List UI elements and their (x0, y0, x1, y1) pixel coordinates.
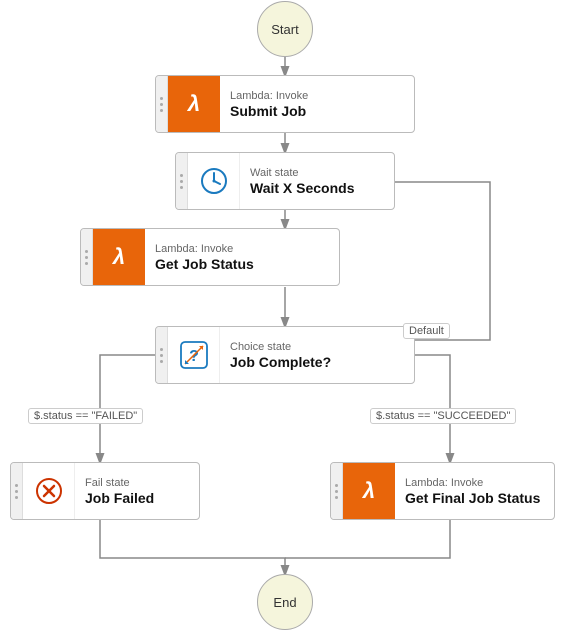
submit-job-text: Lambda: Invoke Submit Job (220, 84, 414, 125)
job-complete-node[interactable]: ? Choice state Job Complete? (155, 326, 415, 384)
end-node: End (257, 574, 313, 630)
get-final-node[interactable]: λ Lambda: Invoke Get Final Job Status (330, 462, 555, 520)
jc-type: Choice state (230, 341, 404, 353)
submit-job-type: Lambda: Invoke (230, 90, 404, 102)
get-job-status-text: Lambda: Invoke Get Job Status (145, 237, 339, 278)
wait-text: Wait state Wait X Seconds (240, 161, 394, 202)
choice-svg: ? (177, 338, 211, 372)
job-complete-text: Choice state Job Complete? (220, 335, 414, 376)
fail-svg (34, 476, 64, 506)
drag-handle-gf (331, 463, 343, 519)
start-circle: Start (257, 1, 313, 57)
wait-name: Wait X Seconds (250, 180, 384, 196)
failed-label: $.status == "FAILED" (28, 408, 143, 424)
wait-icon (188, 153, 240, 209)
job-failed-text: Fail state Job Failed (75, 471, 199, 512)
job-failed-node[interactable]: Fail state Job Failed (10, 462, 200, 520)
choice-icon: ? (168, 327, 220, 383)
wait-type: Wait state (250, 167, 384, 179)
gjs-type: Lambda: Invoke (155, 243, 329, 255)
end-circle: End (257, 574, 313, 630)
succeeded-label: $.status == "SUCCEEDED" (370, 408, 516, 424)
wait-node[interactable]: Wait state Wait X Seconds (175, 152, 395, 210)
start-node: Start (257, 1, 313, 57)
clock-svg (199, 166, 229, 196)
jf-name: Job Failed (85, 490, 189, 506)
jc-name: Job Complete? (230, 354, 404, 370)
drag-handle-wait (176, 153, 188, 209)
diagram-container: Start λ Lambda: Invoke Submit Job (0, 0, 570, 610)
drag-handle-jc (156, 327, 168, 383)
gf-type: Lambda: Invoke (405, 477, 544, 489)
start-label: Start (271, 22, 298, 37)
lambda-icon: λ (168, 76, 220, 132)
drag-handle (156, 76, 168, 132)
get-final-text: Lambda: Invoke Get Final Job Status (395, 471, 554, 512)
drag-handle-gjs (81, 229, 93, 285)
fail-icon (23, 463, 75, 519)
gf-name: Get Final Job Status (405, 490, 544, 506)
get-job-status-node[interactable]: λ Lambda: Invoke Get Job Status (80, 228, 340, 286)
default-label: Default (403, 323, 450, 339)
end-label: End (273, 595, 296, 610)
gjs-name: Get Job Status (155, 256, 329, 272)
submit-job-node[interactable]: λ Lambda: Invoke Submit Job (155, 75, 415, 133)
drag-handle-jf (11, 463, 23, 519)
jf-type: Fail state (85, 477, 189, 489)
lambda-icon-gjs: λ (93, 229, 145, 285)
lambda-icon-gf: λ (343, 463, 395, 519)
submit-job-name: Submit Job (230, 103, 404, 119)
